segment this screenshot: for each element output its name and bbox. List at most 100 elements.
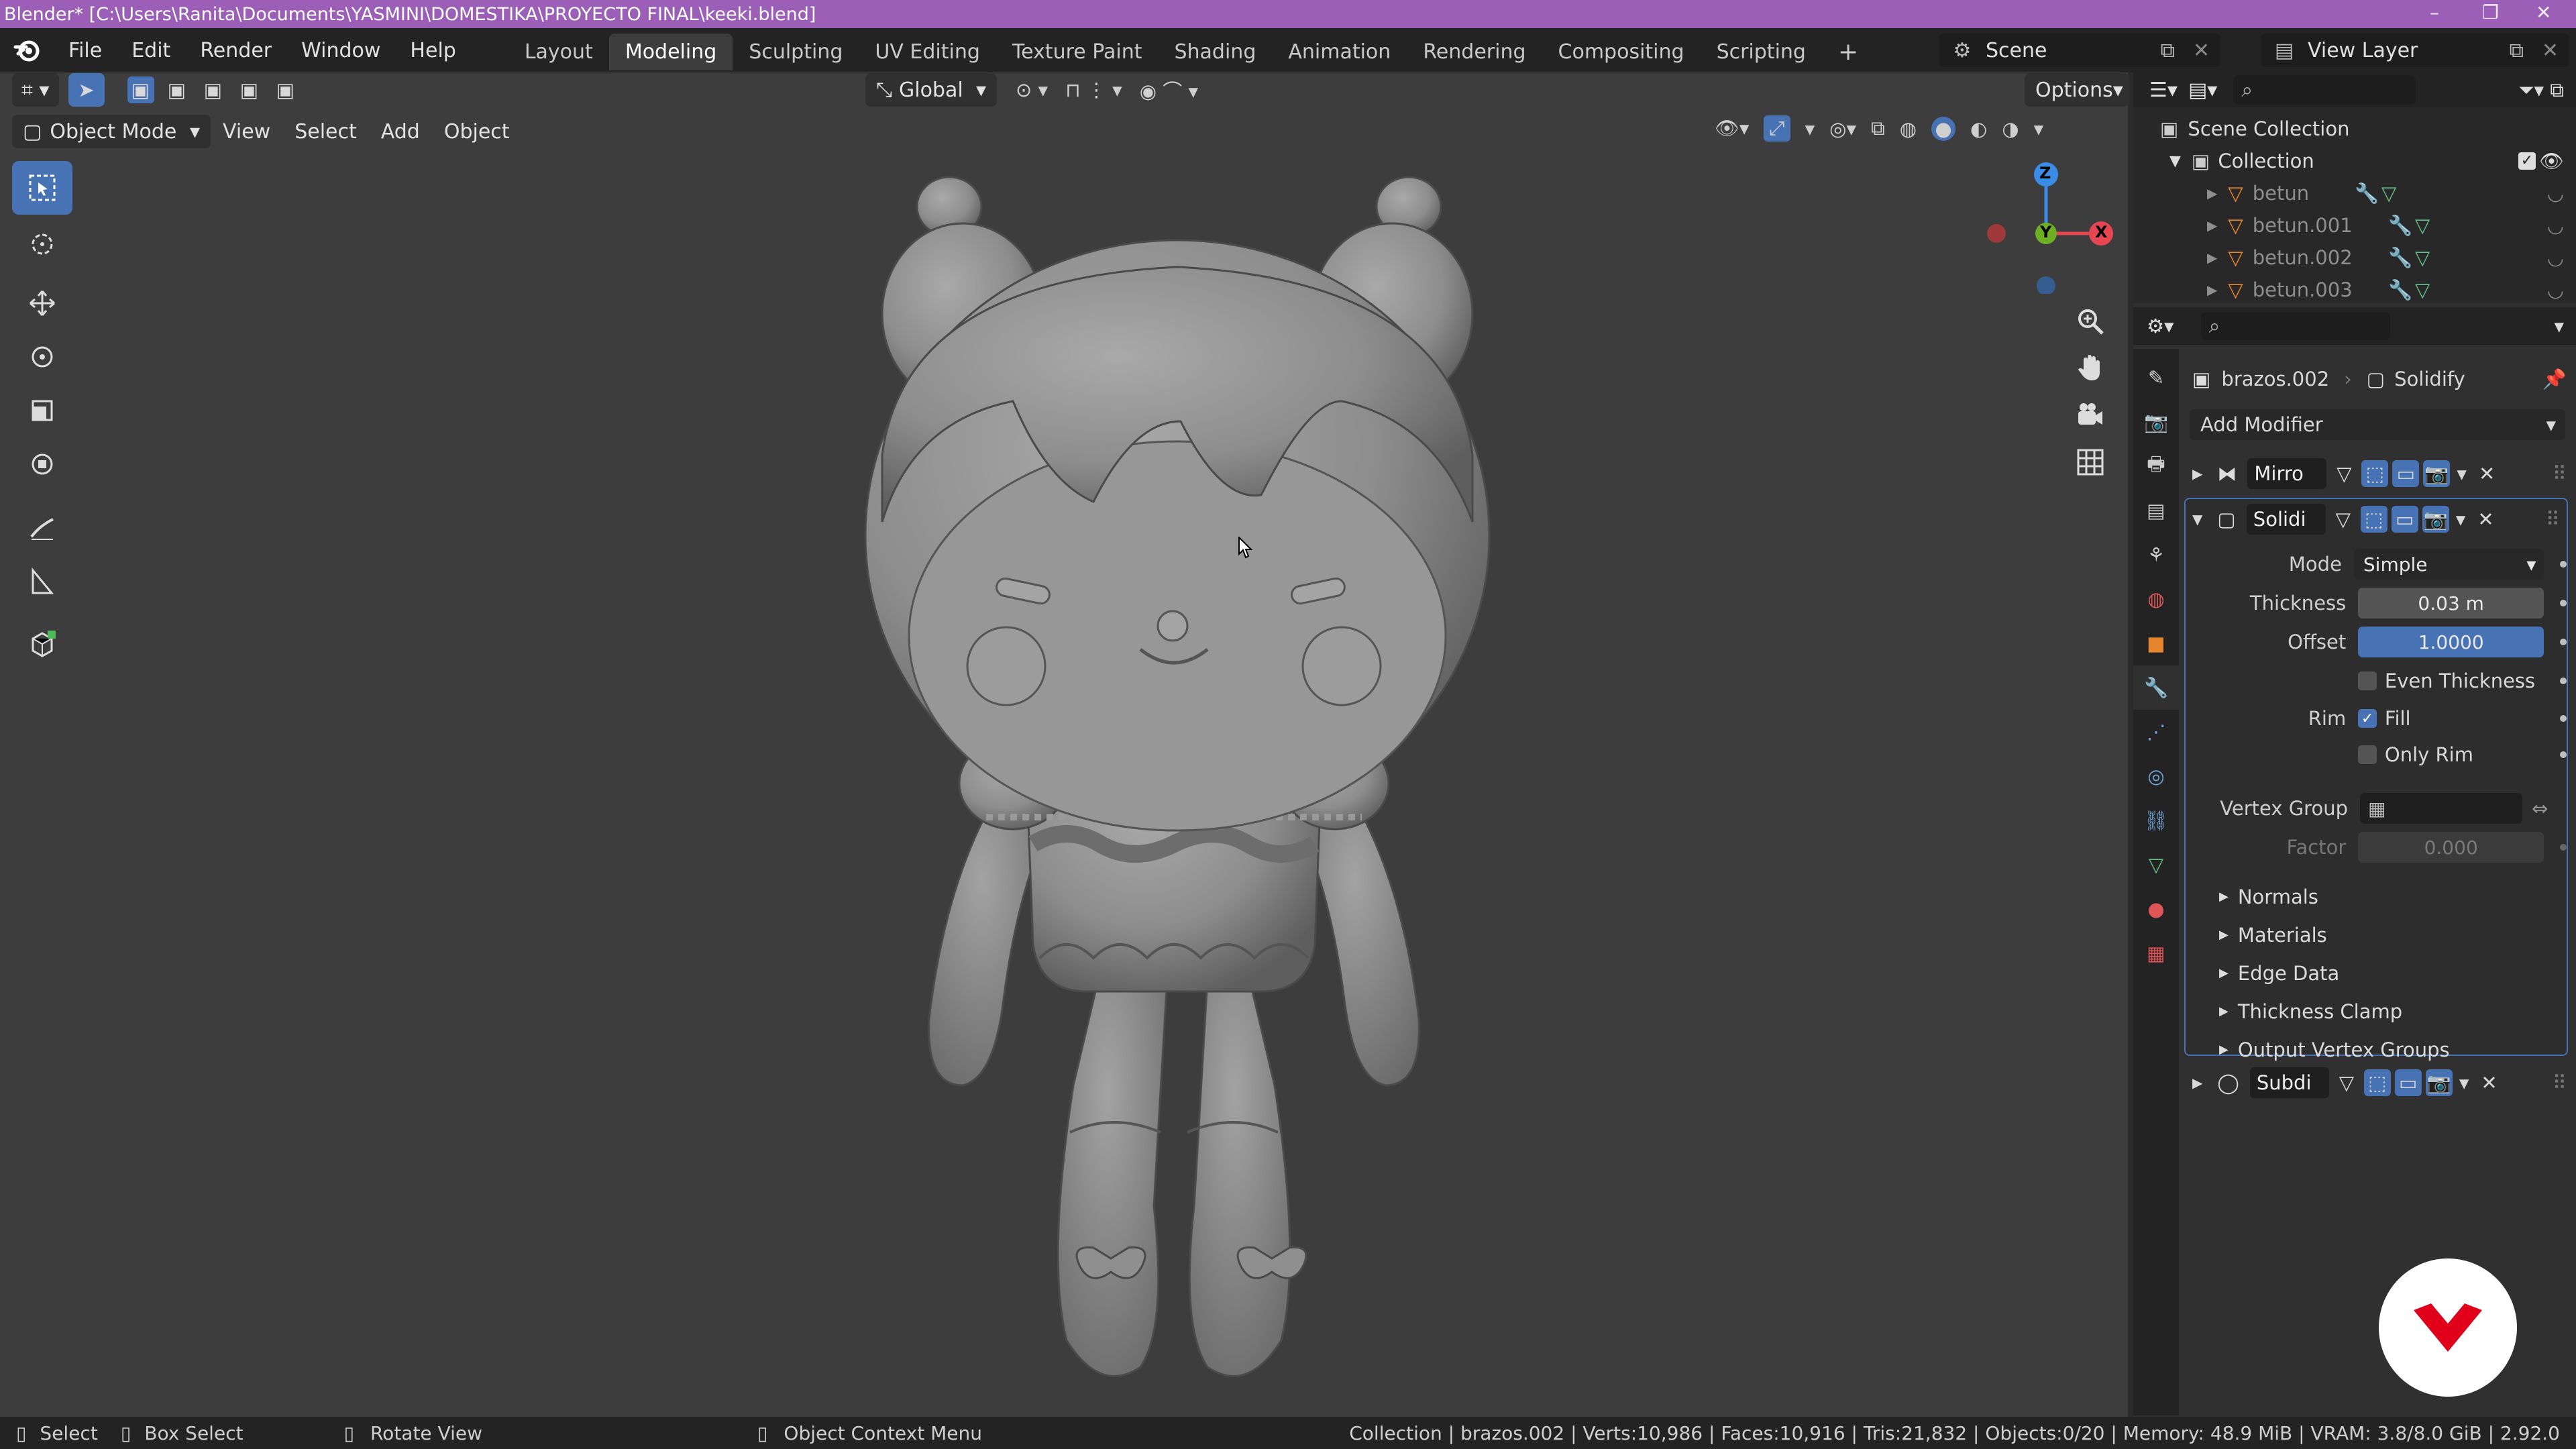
expand-arrow-icon[interactable]: ▶ bbox=[2207, 250, 2217, 266]
chevron-down-icon[interactable]: ▾ bbox=[2456, 508, 2466, 531]
tab-animation[interactable]: Animation bbox=[1272, 34, 1407, 70]
expand-arrow-icon[interactable]: ▼ bbox=[2192, 511, 2202, 527]
options-dropdown[interactable]: Options ▾ bbox=[2025, 73, 2129, 107]
display-mode-icon[interactable]: ▤▾ bbox=[2183, 73, 2222, 107]
only-rim-checkbox[interactable] bbox=[2358, 745, 2377, 764]
modifier-name-field[interactable]: Subdi bbox=[2249, 1067, 2329, 1098]
object-tab-icon[interactable]: ■ bbox=[2133, 621, 2179, 665]
close-icon[interactable]: ✕ bbox=[2536, 1, 2551, 23]
subpanel-edge-data[interactable]: ▶ Edge Data bbox=[2186, 954, 2567, 992]
mode-dropdown[interactable]: ▢ Object Mode ▾ bbox=[12, 115, 211, 148]
rotate-tool-icon[interactable] bbox=[12, 330, 72, 384]
select-subtract-icon[interactable]: ▣ bbox=[200, 76, 227, 103]
chevron-down-icon[interactable]: ▾ bbox=[2554, 315, 2564, 337]
pan-hand-icon[interactable] bbox=[2063, 345, 2117, 392]
collection-row[interactable]: ▼ ▣ Collection ✓ 👁 bbox=[2133, 145, 2576, 177]
restore-icon[interactable]: ❐ bbox=[2482, 1, 2499, 23]
outliner-item[interactable]: ▶ ▽ betun 🔧 ▽ ◡ bbox=[2133, 177, 2576, 209]
render-icon[interactable]: 📷 bbox=[2423, 460, 2451, 487]
keyframe-dot-icon[interactable] bbox=[2560, 639, 2567, 645]
gizmo-toggle-icon[interactable]: ⤢ bbox=[1764, 115, 1790, 142]
remove-modifier-icon[interactable]: ✕ bbox=[2481, 1071, 2497, 1094]
subpanel-normals[interactable]: ▶ Normals bbox=[2186, 877, 2567, 916]
edit-mode-cage-icon[interactable]: ▽ bbox=[2333, 1069, 2360, 1096]
edit-mode-icon[interactable]: ⬚ bbox=[2360, 506, 2387, 533]
drag-handle-icon[interactable]: ⠿ bbox=[2553, 1071, 2567, 1094]
keyframe-dot-icon[interactable] bbox=[2560, 678, 2567, 684]
vertex-group-field[interactable]: ▦ bbox=[2360, 793, 2522, 824]
outliner-editor-type-icon[interactable]: ☰▾ bbox=[2144, 73, 2183, 107]
select-extend-icon[interactable]: ▣ bbox=[164, 76, 191, 103]
tab-texture-paint[interactable]: Texture Paint bbox=[996, 34, 1159, 70]
tab-sculpting[interactable]: Sculpting bbox=[733, 34, 859, 70]
menu-help[interactable]: Help bbox=[395, 39, 470, 62]
view-layer-tab-icon[interactable]: ▤ bbox=[2133, 488, 2179, 533]
realtime-display-icon[interactable]: ▭ bbox=[2392, 460, 2420, 487]
modifier-solidify-header[interactable]: ▼ ▢ Solidi ▽ ⬚ ▭ 📷 ▾ ✕ ⠿ bbox=[2186, 499, 2567, 539]
offset-slider[interactable]: 1.0000 bbox=[2358, 627, 2544, 657]
measure-tool-icon[interactable] bbox=[12, 554, 72, 608]
camera-icon[interactable] bbox=[2063, 392, 2117, 439]
menu-edit[interactable]: Edit bbox=[117, 39, 185, 62]
shading-dropdown-icon[interactable]: ▾ bbox=[2034, 117, 2044, 140]
menu-object[interactable]: Object bbox=[432, 120, 522, 144]
blender-logo-icon[interactable] bbox=[0, 36, 54, 64]
select-invert-icon[interactable]: ▣ bbox=[236, 76, 263, 103]
properties-search-input[interactable]: ⌕ bbox=[2200, 312, 2390, 340]
world-tab-icon[interactable]: ◍ bbox=[2133, 577, 2179, 621]
remove-scene-icon[interactable]: ✕ bbox=[2193, 39, 2210, 62]
move-tool-icon[interactable] bbox=[12, 276, 72, 330]
invert-vertex-group-icon[interactable]: ⇔ bbox=[2532, 797, 2548, 820]
scene-selector[interactable]: ⚙ Scene ⧉ ✕ bbox=[1939, 34, 2220, 67]
particles-tab-icon[interactable]: ⋰ bbox=[2133, 710, 2179, 754]
expand-arrow-icon[interactable]: ▶ bbox=[2192, 466, 2202, 482]
menu-view[interactable]: View bbox=[211, 120, 282, 144]
cursor-tool-icon[interactable] bbox=[12, 217, 72, 271]
gizmo-dropdown-icon[interactable]: ▾ bbox=[1805, 117, 1815, 140]
subpanel-thickness-clamp[interactable]: ▶ Thickness Clamp bbox=[2186, 992, 2567, 1030]
tab-modeling[interactable]: Modeling bbox=[608, 34, 733, 70]
expand-arrow-icon[interactable]: ▶ bbox=[2207, 217, 2217, 233]
scene-tab-icon[interactable]: ⚘ bbox=[2133, 533, 2179, 577]
keyframe-dot-icon[interactable] bbox=[2560, 561, 2567, 568]
outliner-item[interactable]: ▶ ▽ betun.001 🔧 ▽ ◡ bbox=[2133, 209, 2576, 241]
edit-mode-icon[interactable]: ⬚ bbox=[2361, 460, 2389, 487]
modifier-name-field[interactable]: Solidi bbox=[2246, 504, 2326, 535]
select-new-icon[interactable]: ▣ bbox=[127, 76, 154, 103]
rendered-shading-icon[interactable]: ◑ bbox=[2002, 117, 2019, 140]
snap-icon[interactable]: ⊓ ⋮ ▾ bbox=[1065, 78, 1122, 101]
chevron-down-icon[interactable]: ▾ bbox=[2459, 1071, 2469, 1094]
perspective-grid-icon[interactable] bbox=[2063, 439, 2117, 486]
drag-handle-icon[interactable]: ⠿ bbox=[2546, 508, 2560, 531]
scale-tool-icon[interactable] bbox=[12, 384, 72, 437]
transform-orientation-dropdown[interactable]: ⤡ Global ▾ bbox=[865, 73, 997, 107]
outliner-item[interactable]: ▶ ▽ betun.002 🔧 ▽ ◡ bbox=[2133, 241, 2576, 274]
add-modifier-dropdown[interactable]: Add Modifier ▾ bbox=[2190, 409, 2565, 440]
even-thickness-checkbox[interactable] bbox=[2358, 672, 2377, 690]
tab-uv-editing[interactable]: UV Editing bbox=[859, 34, 996, 70]
expand-arrow-icon[interactable]: ▶ bbox=[2207, 282, 2217, 298]
expand-arrow-icon[interactable]: ▶ bbox=[2207, 185, 2217, 201]
hidden-eye-icon[interactable]: ◡ bbox=[2547, 182, 2564, 205]
material-tab-icon[interactable]: ● bbox=[2133, 887, 2179, 931]
edit-mode-cage-icon[interactable]: ▽ bbox=[2330, 506, 2357, 533]
tool-tab-icon[interactable]: ✎ bbox=[2133, 356, 2179, 400]
select-tool-icon[interactable]: ➤ bbox=[68, 73, 105, 107]
wireframe-shading-icon[interactable]: ◍ bbox=[1900, 117, 1917, 140]
tab-scripting[interactable]: Scripting bbox=[1701, 34, 1822, 70]
pin-icon[interactable]: 📌 bbox=[2542, 368, 2567, 391]
overlays-icon[interactable]: ◎▾ bbox=[1829, 117, 1856, 140]
output-tab-icon[interactable]: 🖶 bbox=[2133, 444, 2179, 488]
render-tab-icon[interactable]: 📷 bbox=[2133, 400, 2179, 444]
xray-icon[interactable]: ⧉ bbox=[1871, 117, 1885, 140]
modifier-name-field[interactable]: Mirro bbox=[2247, 458, 2327, 489]
hidden-eye-icon[interactable]: ◡ bbox=[2547, 246, 2564, 269]
chevron-down-icon[interactable]: ▾ bbox=[2457, 462, 2467, 485]
select-box-tool-icon[interactable] bbox=[12, 161, 72, 215]
drag-handle-icon[interactable]: ⠿ bbox=[2553, 462, 2567, 485]
view-layer-selector[interactable]: ▤ View Layer ⧉ ✕ bbox=[2261, 34, 2569, 67]
annotate-tool-icon[interactable] bbox=[12, 500, 72, 554]
mode-dropdown[interactable]: Simple ▾ bbox=[2353, 549, 2544, 580]
texture-tab-icon[interactable]: ▦ bbox=[2133, 931, 2179, 975]
menu-window[interactable]: Window bbox=[286, 39, 395, 62]
